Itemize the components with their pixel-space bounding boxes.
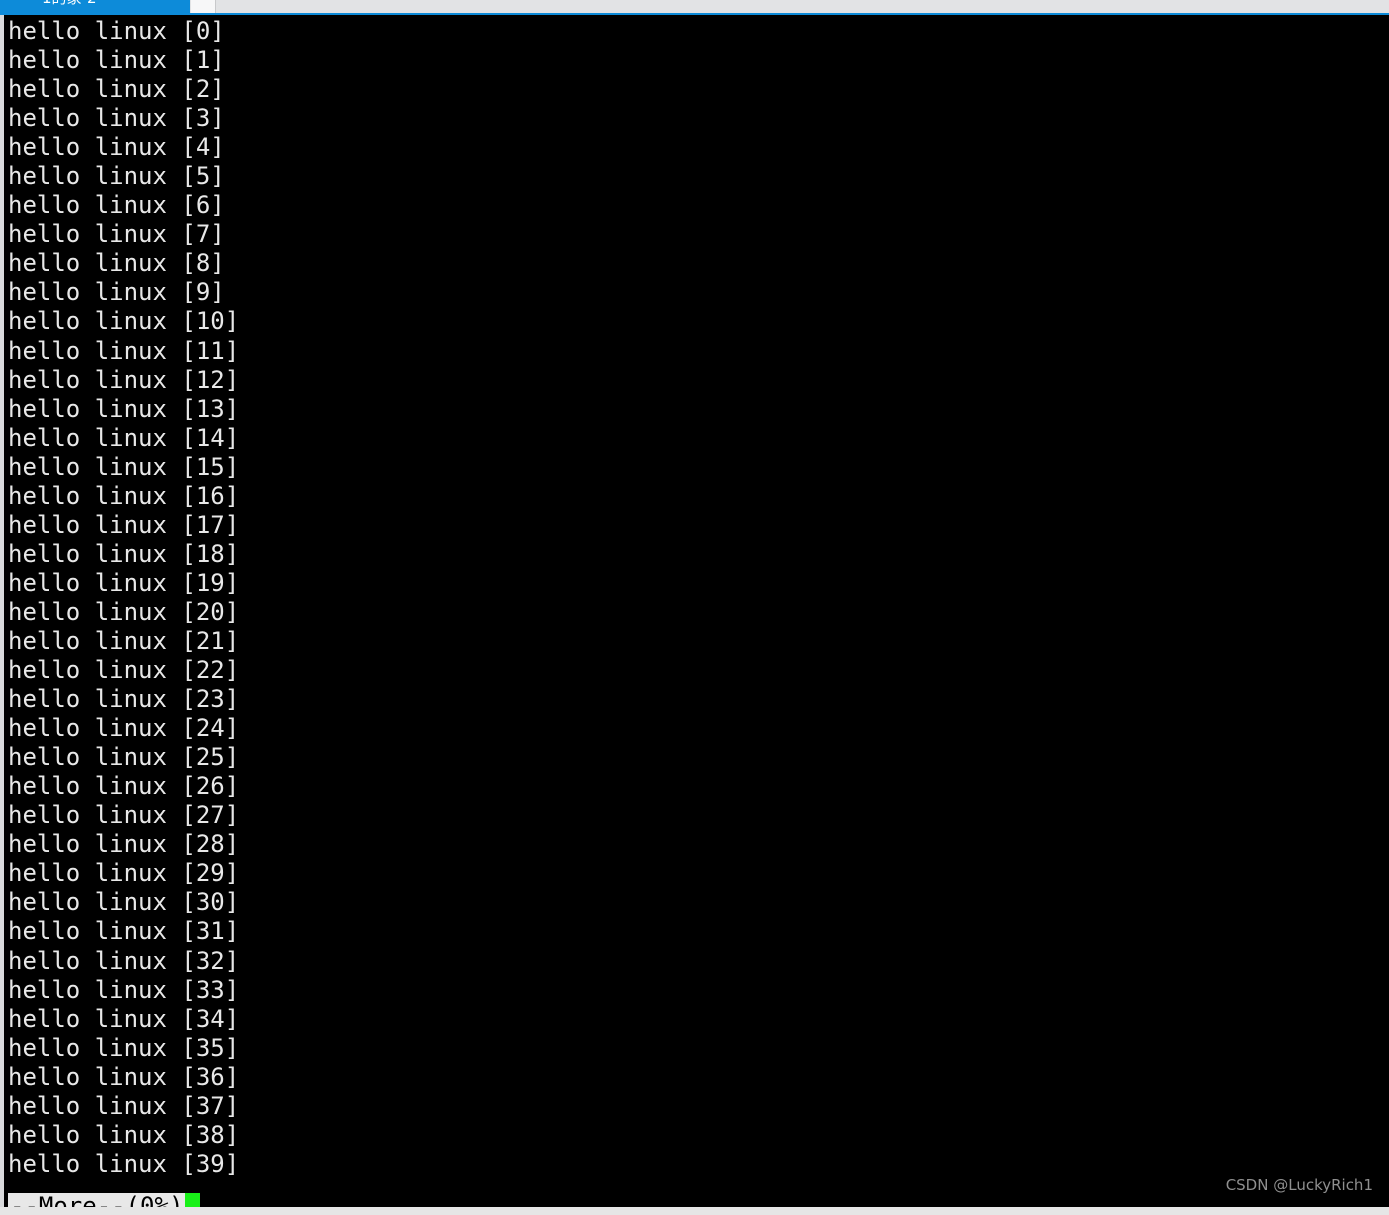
terminal-line: hello linux [5] (8, 162, 225, 191)
terminal-line: hello linux [18] (8, 539, 240, 568)
terminal-line: hello linux [28] (8, 830, 240, 859)
terminal-line: hello linux [31] (8, 917, 240, 946)
terminal-line: hello linux [38] (8, 1120, 240, 1149)
terminal-line: hello linux [1] (8, 46, 225, 75)
terminal-line: hello linux [20] (8, 597, 240, 626)
terminal-line: hello linux [9] (8, 278, 225, 307)
terminal-line: hello linux [12] (8, 365, 240, 394)
terminal-line: hello linux [17] (8, 510, 240, 539)
pager-more-prompt: --More--(0%) (8, 1193, 186, 1207)
watermark-label: CSDN @LuckyRich1 (1225, 1176, 1373, 1194)
terminal-line: hello linux [35] (8, 1033, 240, 1062)
text-cursor-block (185, 1193, 201, 1207)
terminal-line: hello linux [33] (8, 975, 240, 1004)
terminal-line: hello linux [19] (8, 568, 240, 597)
terminal-line: hello linux [24] (8, 714, 240, 743)
terminal-line: hello linux [4] (8, 133, 225, 162)
terminal-line: hello linux [3] (8, 104, 225, 133)
terminal-line: hello linux [0] (8, 17, 225, 45)
terminal-line: hello linux [34] (8, 1004, 240, 1033)
terminal-line: hello linux [11] (8, 336, 240, 365)
terminal-line: hello linux [8] (8, 249, 225, 278)
terminal-line: hello linux [32] (8, 946, 240, 975)
terminal-output-area[interactable]: hello linux [0] hello linux [1] hello linu… (4, 15, 1389, 1207)
terminal-line-list: hello linux [0] hello linux [1] hello linu… (8, 17, 239, 1179)
terminal-line: hello linux [27] (8, 801, 240, 830)
terminal-line: hello linux [36] (8, 1062, 240, 1091)
terminal-line: hello linux [21] (8, 626, 240, 655)
terminal-line: hello linux [39] (8, 1149, 240, 1178)
tab-inactive[interactable] (191, 0, 216, 13)
terminal-window: 1的家-2 hello linux [0]hello linux [1]hell… (0, 0, 1389, 1215)
terminal-line: hello linux [10] (8, 307, 240, 336)
terminal-line: hello linux [23] (8, 685, 240, 714)
pager-status-row[interactable]: --More--(0%) (8, 1193, 201, 1207)
tab-active[interactable]: 1的家-2 (0, 0, 190, 13)
terminal-line: hello linux [30] (8, 888, 240, 917)
terminal-line: hello linux [2] (8, 75, 225, 104)
terminal-line: hello linux [6] (8, 191, 225, 220)
terminal-line: hello linux [25] (8, 743, 240, 772)
tab-active-label: 1的家-2 (42, 0, 97, 6)
terminal-line: hello linux [37] (8, 1091, 240, 1120)
terminal-line: hello linux [14] (8, 423, 240, 452)
terminal-line: hello linux [26] (8, 772, 240, 801)
terminal-line: hello linux [7] (8, 220, 225, 249)
terminal-line: hello linux [29] (8, 859, 240, 888)
terminal-line: hello linux [22] (8, 656, 240, 685)
terminal-line: hello linux [13] (8, 394, 240, 423)
tab-strip-empty-area (216, 0, 1389, 13)
terminal-line: hello linux [16] (8, 481, 240, 510)
window-bottom-border (0, 1207, 1389, 1215)
terminal-line: hello linux [15] (8, 452, 240, 481)
